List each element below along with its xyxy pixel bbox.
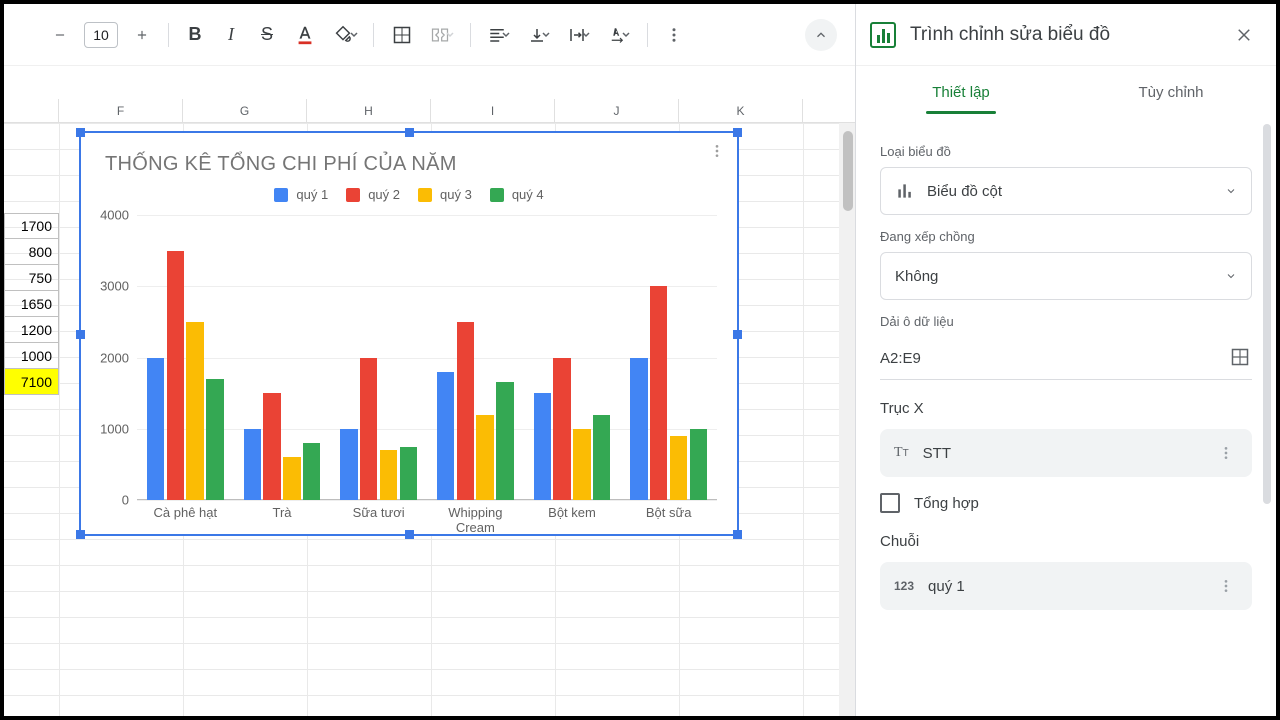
toolbar: 10 B I S (4, 4, 855, 66)
resize-handle[interactable] (76, 530, 85, 539)
spreadsheet-area[interactable]: F G H I J K 1700 800 750 1650 1200 1000 … (4, 66, 855, 716)
data-range-label: Dải ô dữ liệu (880, 314, 1252, 329)
resize-handle[interactable] (733, 530, 742, 539)
tab-setup[interactable]: Thiết lập (856, 66, 1066, 118)
font-size-input[interactable]: 10 (84, 22, 118, 48)
chevron-down-icon (1225, 270, 1237, 282)
chart-title: THỐNG KÊ TỔNG CHI PHÍ CỦA NĂM (105, 153, 457, 176)
aggregate-checkbox[interactable] (880, 493, 900, 513)
chevron-down-icon (1225, 185, 1237, 197)
resize-handle[interactable] (76, 330, 85, 339)
stacking-select[interactable]: Không (880, 252, 1252, 300)
x-axis-select[interactable]: TT STT (880, 429, 1252, 477)
select-range-button[interactable] (1230, 347, 1252, 369)
tab-customize[interactable]: Tùy chỉnh (1066, 66, 1276, 118)
bar-chart-icon (895, 181, 915, 201)
number-icon: 123 (894, 579, 914, 593)
chart-type-label: Loại biểu đồ (880, 144, 1252, 159)
cell[interactable]: 750 (4, 265, 59, 291)
close-panel-button[interactable] (1230, 21, 1258, 49)
chart-legend: quý 1quý 2quý 3quý 4 (81, 187, 737, 202)
cell[interactable]: 1000 (4, 343, 59, 369)
decrease-font-size-button[interactable] (44, 19, 76, 51)
chart-panel-icon (870, 22, 896, 48)
cell[interactable]: 7100 (4, 369, 59, 395)
x-axis-label: Trục X (880, 400, 1252, 417)
stacking-label: Đang xếp chồng (880, 229, 1252, 244)
more-toolbar-button[interactable] (658, 19, 690, 51)
cell[interactable]: 1700 (4, 213, 59, 239)
text-wrap-button[interactable] (561, 19, 597, 51)
chart-type-select[interactable]: Biểu đồ cột (880, 167, 1252, 215)
fill-color-button[interactable] (327, 19, 363, 51)
data-column: 1700 800 750 1650 1200 1000 7100 (4, 213, 59, 395)
resize-handle[interactable] (405, 128, 414, 137)
series-menu-button[interactable] (1214, 574, 1238, 598)
panel-title: Trình chỉnh sửa biểu đồ (910, 24, 1216, 46)
strikethrough-button[interactable]: S (251, 19, 283, 51)
embedded-chart[interactable]: THỐNG KÊ TỔNG CHI PHÍ CỦA NĂM quý 1quý 2… (79, 131, 739, 536)
merge-button[interactable] (424, 19, 460, 51)
text-rotation-button[interactable] (601, 19, 637, 51)
collapse-toolbar-button[interactable] (805, 19, 837, 51)
cell[interactable]: 800 (4, 239, 59, 265)
x-axis-menu-button[interactable] (1214, 441, 1238, 465)
resize-handle[interactable] (733, 330, 742, 339)
borders-button[interactable] (384, 19, 420, 51)
text-icon: TT (894, 445, 909, 461)
chart-menu-button[interactable] (705, 139, 729, 163)
vertical-scrollbar[interactable] (839, 123, 855, 716)
vertical-align-button[interactable] (521, 19, 557, 51)
series-item[interactable]: 123 quý 1 (880, 562, 1252, 610)
horizontal-align-button[interactable] (481, 19, 517, 51)
resize-handle[interactable] (733, 128, 742, 137)
chart-plot-area: 01000200030004000Cà phê hạtTràSữa tươiWh… (137, 215, 717, 500)
italic-button[interactable]: I (215, 19, 247, 51)
cell[interactable]: 1650 (4, 291, 59, 317)
cell[interactable]: 1200 (4, 317, 59, 343)
bold-button[interactable]: B (179, 19, 211, 51)
resize-handle[interactable] (405, 530, 414, 539)
data-range-input[interactable]: A2:E9 (880, 350, 921, 367)
series-label: Chuỗi (880, 533, 1252, 550)
increase-font-size-button[interactable] (126, 19, 158, 51)
text-color-button[interactable] (287, 19, 323, 51)
panel-scrollbar[interactable] (1263, 118, 1273, 716)
resize-handle[interactable] (76, 128, 85, 137)
aggregate-label: Tổng hợp (914, 495, 979, 512)
chart-editor-panel: Trình chỉnh sửa biểu đồ Thiết lập Tùy ch… (856, 4, 1276, 716)
